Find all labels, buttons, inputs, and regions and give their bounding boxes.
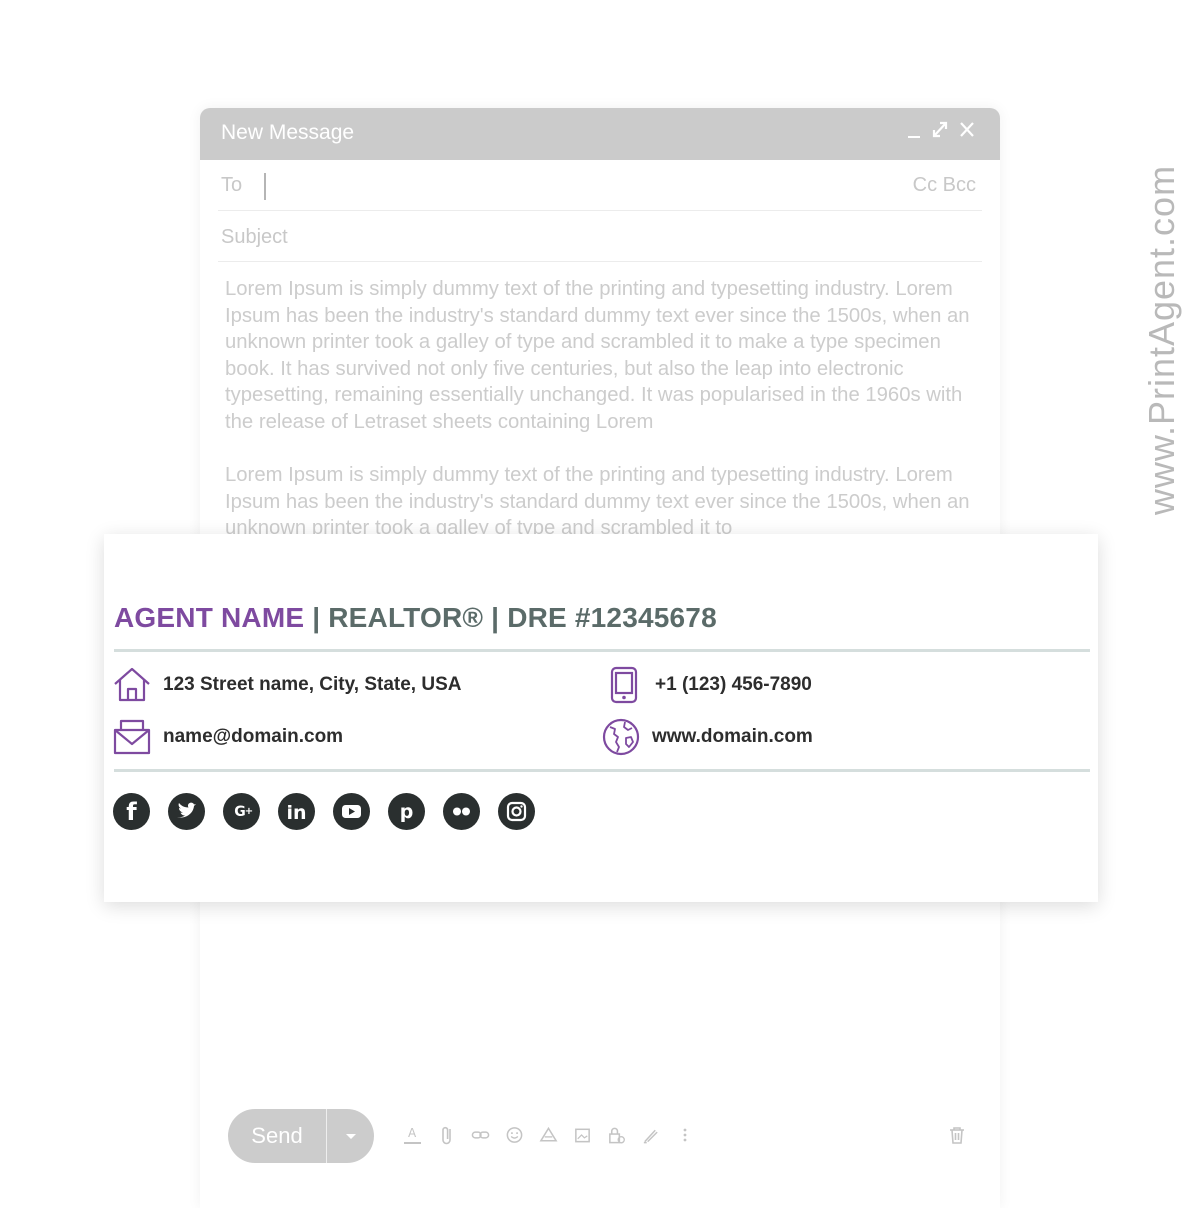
text-format-icon[interactable]: A — [403, 1123, 422, 1147]
email-signature-card: AGENT NAME | REALTOR® | DRE #12345678 12… — [104, 534, 1098, 902]
watermark-text: www.PrintAgent.com — [1141, 164, 1182, 516]
attach-icon[interactable] — [437, 1123, 456, 1147]
svg-text:p: p — [400, 801, 414, 823]
signature-heading: AGENT NAME | REALTOR® | DRE #12345678 — [114, 602, 717, 634]
address-contact: 123 Street name, City, State, USA — [113, 666, 461, 704]
to-label: To — [221, 174, 243, 196]
envelope-icon — [113, 718, 151, 756]
signature-divider — [114, 769, 1090, 772]
send-button[interactable]: Send — [228, 1123, 326, 1149]
compose-title: New Message — [221, 121, 355, 144]
body-paragraph: Lorem Ipsum is simply dummy text of the … — [225, 464, 970, 534]
body-paragraph: Lorem Ipsum is simply dummy text of the … — [225, 278, 970, 433]
phone-icon — [605, 666, 643, 704]
pinterest-icon[interactable]: p — [388, 793, 425, 830]
home-icon — [113, 666, 151, 704]
emoji-icon[interactable] — [505, 1123, 524, 1147]
address-text: 123 Street name, City, State, USA — [163, 674, 462, 695]
confidential-lock-icon[interactable] — [607, 1123, 626, 1147]
email-contact[interactable]: name@domain.com — [113, 718, 343, 756]
image-icon[interactable] — [573, 1123, 592, 1147]
close-icon[interactable] — [958, 118, 976, 140]
linkedin-icon[interactable]: in — [278, 793, 315, 830]
formatting-toolbar: A — [403, 1123, 694, 1147]
svg-text:f: f — [126, 798, 137, 826]
agent-name: AGENT NAME — [114, 602, 305, 633]
compose-title-bar: New Message — [200, 108, 1000, 160]
agent-credentials: | REALTOR® | DRE #12345678 — [304, 602, 717, 633]
window-controls — [906, 118, 976, 140]
facebook-icon[interactable]: f — [113, 793, 150, 830]
email-text[interactable]: name@domain.com — [163, 726, 343, 748]
website-text[interactable]: www.domain.com — [652, 726, 813, 748]
subject-row — [218, 211, 982, 262]
more-options-icon[interactable] — [675, 1123, 694, 1147]
instagram-icon[interactable] — [498, 793, 535, 830]
drive-icon[interactable] — [539, 1123, 558, 1147]
website-contact[interactable]: www.domain.com — [602, 718, 813, 756]
link-icon[interactable] — [471, 1123, 490, 1147]
signature-pen-icon[interactable] — [641, 1123, 660, 1147]
youtube-icon[interactable] — [333, 793, 370, 830]
signature-divider — [114, 649, 1090, 652]
phone-contact[interactable]: +1 (123) 456-7890 — [605, 666, 812, 704]
flickr-icon[interactable] — [443, 793, 480, 830]
subject-input[interactable] — [218, 221, 963, 253]
to-input[interactable] — [270, 170, 834, 202]
minimize-icon[interactable] — [906, 118, 922, 140]
to-row: To Cc Bcc — [218, 160, 982, 211]
cc-bcc-link[interactable]: Cc Bcc — [913, 174, 976, 197]
discard-draft-icon[interactable] — [948, 1124, 966, 1151]
svg-text:A: A — [408, 1126, 417, 1140]
message-body[interactable]: Lorem Ipsum is simply dummy text of the … — [225, 276, 985, 534]
send-options-dropdown[interactable] — [327, 1131, 374, 1141]
svg-text:+: + — [245, 806, 253, 817]
twitter-icon[interactable] — [168, 793, 205, 830]
send-button-group: Send — [228, 1109, 374, 1163]
text-caret — [264, 173, 266, 200]
expand-icon[interactable] — [930, 118, 950, 140]
google-plus-icon[interactable]: G + — [223, 793, 260, 830]
phone-text[interactable]: +1 (123) 456-7890 — [655, 674, 812, 696]
globe-icon — [602, 718, 640, 756]
caret-down-icon — [345, 1134, 356, 1139]
svg-text:in: in — [286, 802, 306, 824]
social-links: f G + in p — [113, 793, 535, 830]
